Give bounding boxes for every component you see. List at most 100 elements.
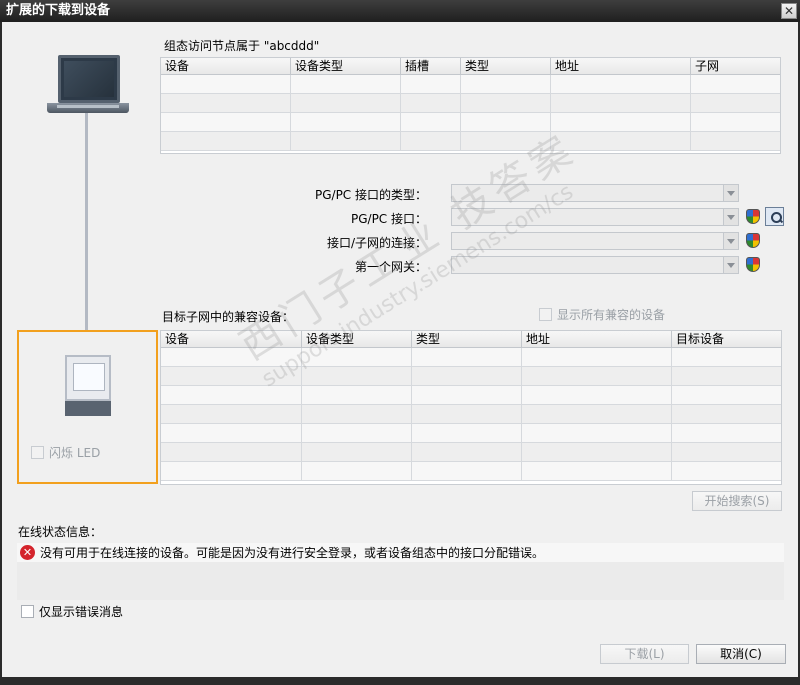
- download-button[interactable]: 下载(L): [600, 644, 689, 664]
- pgpc-type-select[interactable]: [451, 184, 739, 202]
- col-device-type[interactable]: 设备类型: [291, 58, 401, 74]
- first-gateway-label: 第一个网关：: [354, 260, 427, 274]
- status-message: 没有可用于在线连接的设备。可能是因为没有进行安全登录，或者设备组态中的接口分配错…: [40, 546, 545, 560]
- first-gateway-select[interactable]: [451, 256, 739, 274]
- cancel-button[interactable]: 取消(C): [696, 644, 786, 664]
- title-bar: 扩展的下载到设备 ✕: [0, 0, 800, 22]
- table-cell: [291, 113, 401, 131]
- table-cell: [672, 424, 781, 442]
- table-cell: [291, 132, 401, 150]
- pgpc-type-row: PG/PC 接口的类型：: [162, 184, 782, 204]
- subnet-connection-label: 接口/子网的连接：: [326, 236, 427, 250]
- table-row[interactable]: [161, 94, 780, 113]
- properties-button[interactable]: [765, 207, 784, 226]
- chevron-down-icon[interactable]: [723, 257, 738, 273]
- errors-only-checkbox[interactable]: [21, 605, 34, 618]
- table-cell: [161, 443, 302, 461]
- table-cell: [161, 405, 302, 423]
- compatible-table-caption: 目标子网中的兼容设备：: [162, 310, 295, 324]
- pgpc-type-label: PG/PC 接口的类型：: [314, 188, 427, 202]
- table-cell: [302, 424, 412, 442]
- table-row[interactable]: [161, 113, 780, 132]
- table-cell: [412, 367, 522, 385]
- table-cell: [461, 113, 551, 131]
- col-target-device[interactable]: 目标设备: [672, 331, 781, 347]
- error-icon: ✕: [20, 545, 35, 560]
- table-row[interactable]: [161, 443, 781, 462]
- table-row[interactable]: [161, 75, 780, 94]
- table-cell: [302, 462, 412, 480]
- pgpc-interface-row: PG/PC 接口：: [162, 207, 784, 228]
- table-cell: [401, 94, 461, 112]
- config-access-table[interactable]: 设备 设备类型 插槽 类型 地址 子网: [160, 57, 781, 154]
- compatible-table-header: 设备 设备类型 类型 地址 目标设备: [161, 331, 781, 348]
- table-cell: [691, 94, 780, 112]
- table-cell: [161, 132, 291, 150]
- flash-led-row: 闪烁 LED: [31, 444, 100, 461]
- table-cell: [302, 367, 412, 385]
- flash-led-label: 闪烁 LED: [49, 446, 101, 460]
- chevron-down-icon[interactable]: [723, 209, 738, 225]
- table-row[interactable]: [161, 348, 781, 367]
- flash-led-checkbox[interactable]: [31, 446, 44, 459]
- col-device-type[interactable]: 设备类型: [302, 331, 412, 347]
- start-search-button[interactable]: 开始搜索(S): [692, 491, 782, 511]
- table-row[interactable]: [161, 367, 781, 386]
- col-subnet[interactable]: 子网: [691, 58, 780, 74]
- table-cell: [412, 386, 522, 404]
- subnet-connection-select[interactable]: [451, 232, 739, 250]
- table-cell: [672, 367, 781, 385]
- table-row[interactable]: [161, 424, 781, 443]
- shield-icon[interactable]: [746, 233, 760, 248]
- table-cell: [291, 94, 401, 112]
- table-cell: [691, 132, 780, 150]
- col-device[interactable]: 设备: [161, 58, 291, 74]
- table-cell: [161, 94, 291, 112]
- table-cell: [522, 462, 672, 480]
- col-address[interactable]: 地址: [522, 331, 672, 347]
- col-device[interactable]: 设备: [161, 331, 302, 347]
- config-table-body: [161, 75, 780, 151]
- table-cell: [522, 386, 672, 404]
- table-row[interactable]: [161, 386, 781, 405]
- table-cell: [401, 132, 461, 150]
- table-cell: [551, 113, 691, 131]
- col-address[interactable]: 地址: [551, 58, 691, 74]
- table-row[interactable]: [161, 405, 781, 424]
- table-cell: [522, 348, 672, 366]
- table-row[interactable]: [161, 462, 781, 481]
- pgpc-interface-select[interactable]: [451, 208, 739, 226]
- col-type[interactable]: 类型: [461, 58, 551, 74]
- close-icon: ✕: [783, 4, 795, 18]
- table-cell: [412, 462, 522, 480]
- config-table-caption: 组态访问节点属于 "abcddd": [164, 39, 320, 53]
- table-cell: [401, 113, 461, 131]
- close-button[interactable]: ✕: [781, 3, 797, 19]
- chevron-down-icon[interactable]: [723, 185, 738, 201]
- subnet-connection-row: 接口/子网的连接：: [162, 232, 782, 252]
- table-cell: [461, 75, 551, 93]
- table-cell: [412, 348, 522, 366]
- table-cell: [161, 113, 291, 131]
- table-cell: [551, 75, 691, 93]
- compatible-devices-table[interactable]: 设备 设备类型 类型 地址 目标设备: [160, 330, 782, 485]
- table-cell: [161, 75, 291, 93]
- table-cell: [522, 405, 672, 423]
- col-slot[interactable]: 插槽: [401, 58, 461, 74]
- config-table-header: 设备 设备类型 插槽 类型 地址 子网: [161, 58, 780, 75]
- shield-icon[interactable]: [746, 257, 760, 272]
- table-cell: [161, 424, 302, 442]
- shield-icon[interactable]: [746, 209, 760, 224]
- show-all-compatible-checkbox[interactable]: [539, 308, 552, 321]
- col-type[interactable]: 类型: [412, 331, 522, 347]
- errors-only-row: 仅显示错误消息: [21, 603, 123, 620]
- chevron-down-icon[interactable]: [723, 233, 738, 249]
- table-row[interactable]: [161, 132, 780, 151]
- table-cell: [161, 367, 302, 385]
- dialog-window: 扩展的下载到设备 ✕ 组态访问节点属于 "abcddd" 设备 设备类型 插槽 …: [0, 0, 800, 685]
- table-cell: [672, 443, 781, 461]
- table-cell: [302, 386, 412, 404]
- table-cell: [691, 113, 780, 131]
- table-cell: [412, 405, 522, 423]
- table-cell: [291, 75, 401, 93]
